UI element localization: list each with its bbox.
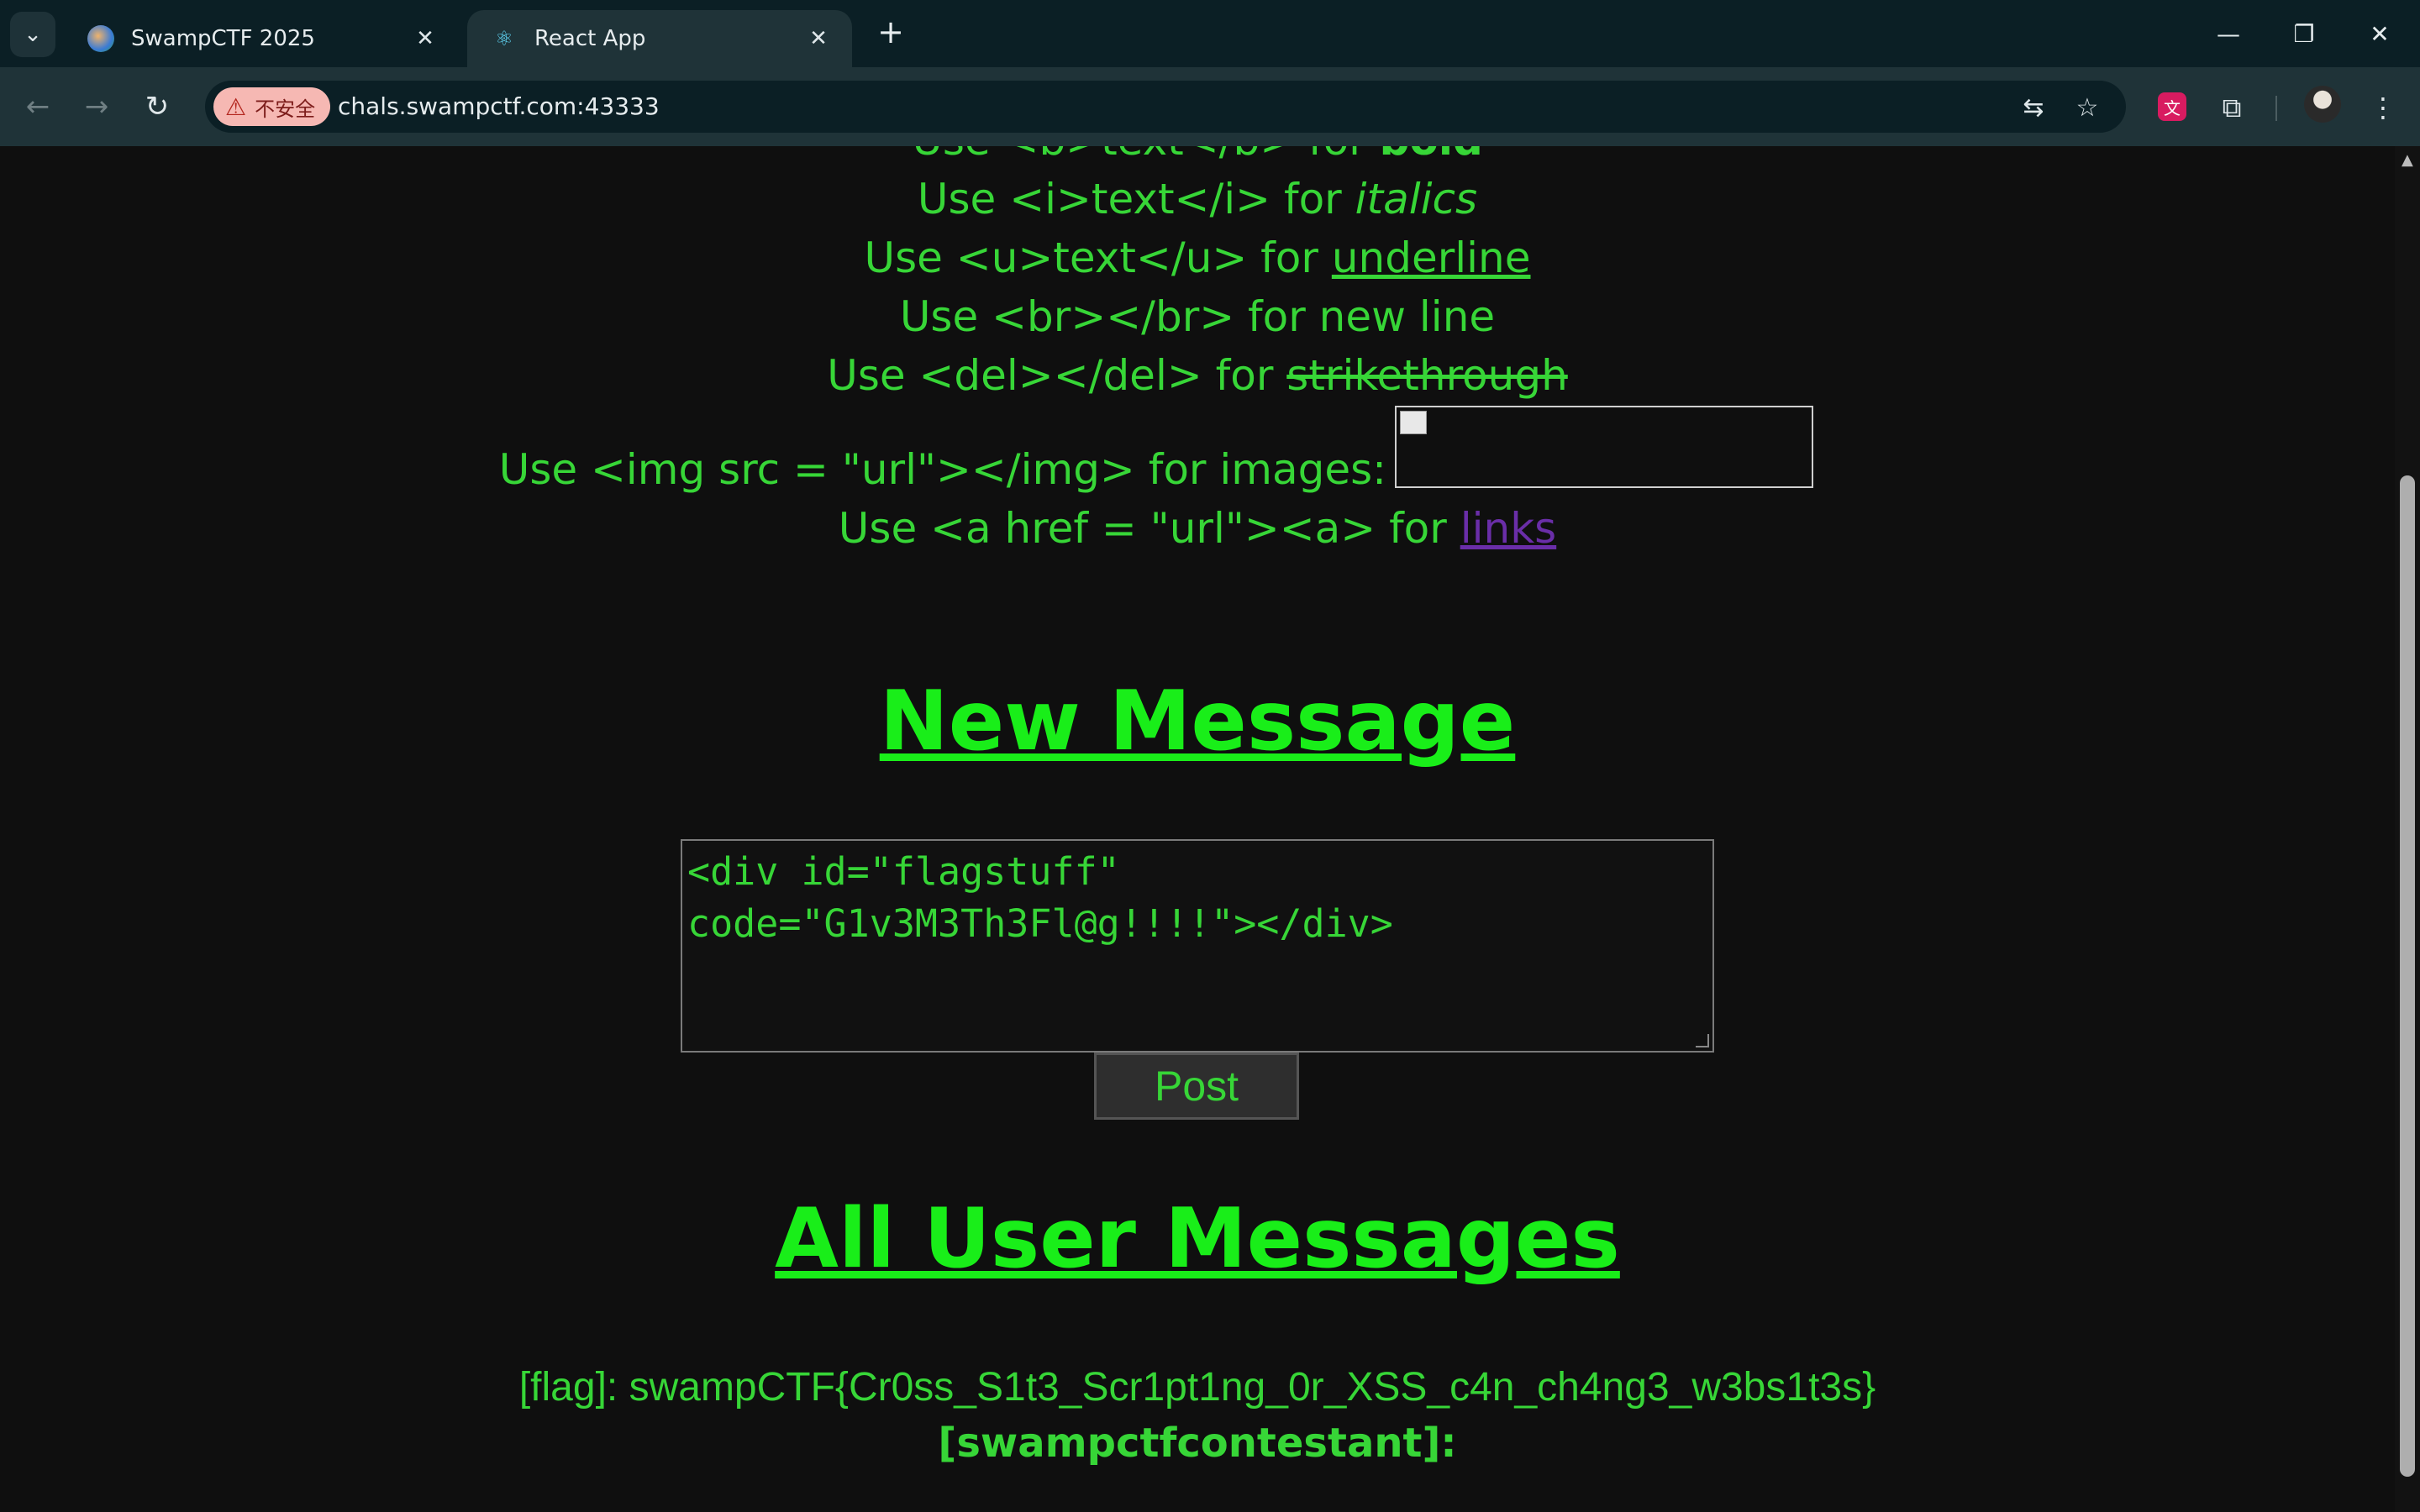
plus-icon: + [877,13,904,50]
message-textarea[interactable]: <div id="flagstuff" code="G1v3M3Th3Fl@g!… [681,839,1714,1053]
help-strike-line: Use <del></del> for strikethrough [0,351,2395,400]
message-item: [swampctfcontestant]: [0,1420,2395,1467]
profile-avatar[interactable] [2304,86,2341,123]
reload-button[interactable]: ↻ [136,86,178,128]
close-icon: ✕ [2370,19,2390,48]
chevron-down-icon: ⌄ [24,22,42,47]
swampctf-favicon-icon [87,25,114,52]
help-underline-line: Use <u>text</u> for underline [0,234,2395,282]
bookmark-star-icon[interactable]: ☆ [2070,91,2104,124]
help-br-line: Use <br></br> for new line [899,292,1496,341]
restore-button[interactable]: ❐ [2279,12,2329,55]
extensions-puzzle-icon[interactable]: ⧉ [2212,87,2252,128]
page-viewport: Use <b>text</b> for bold Use <i>text</i>… [0,146,2395,1512]
broken-image-icon [1400,411,1427,434]
browser-toolbar: ← → ↻ ⚠ 不安全 chals.swampctf.com:43333 ⇆ ☆… [0,67,2420,146]
tab-title: SwampCTF 2025 [131,26,315,51]
message-textarea-value[interactable]: <div id="flagstuff" code="G1v3M3Th3Fl@g!… [687,846,1393,950]
forward-button[interactable]: → [76,86,118,128]
message-text: swampCTF{Cr0ss_S1t3_Scr1pt1ng_0r_XSS_c4n… [618,1365,1876,1410]
new-tab-button[interactable]: + [874,13,908,50]
arrow-left-icon: ← [25,90,50,123]
close-tab-icon[interactable]: ✕ [805,25,832,52]
close-tab-icon[interactable]: ✕ [412,25,439,52]
help-text: Use <b>text</b> for [912,146,1379,165]
message-item: [flag]: swampCTF{Cr0ss_S1t3_Scr1pt1ng_0r… [0,1364,2395,1410]
react-favicon-icon: ⚛ [495,27,513,50]
all-user-messages-heading: All User Messages [775,1191,1620,1287]
help-text: Use <a href = "url"><a> for [838,504,1460,553]
links-demo-link[interactable]: links [1460,504,1556,553]
broken-image [1395,406,1813,488]
tab-search-button[interactable]: ⌄ [10,12,55,57]
minimize-button[interactable]: — [2203,12,2254,55]
close-window-button[interactable]: ✕ [2354,12,2405,55]
bold-demo: bold [1380,146,1483,165]
post-button[interactable]: Post [1094,1053,1299,1120]
help-img-line: Use <img src = "url"></img> for images: [498,445,1386,494]
italic-demo: italics [1355,175,1478,223]
message-author: [swampctfcontestant]: [938,1420,1457,1467]
warning-icon: ⚠ [225,92,247,121]
page-scrollbar[interactable]: ▲ [2395,146,2420,1512]
scroll-thumb[interactable] [2400,475,2415,1477]
url-text[interactable]: chals.swampctf.com:43333 [338,81,660,133]
help-text: Use <i>text</i> for [917,175,1355,223]
message-author: [flag]: [518,1365,618,1410]
help-text: Use <u>text</u> for [864,234,1332,282]
tab-swampctf[interactable]: SwampCTF 2025 ✕ [64,10,459,67]
help-italic-line: Use <i>text</i> for italics [0,175,2395,223]
help-text: Use <del></del> for [827,351,1287,400]
scroll-up-arrow-icon[interactable]: ▲ [2402,151,2413,169]
underline-demo: underline [1331,234,1531,282]
toolbar-divider [2275,96,2277,121]
tab-react-app[interactable]: ⚛ React App ✕ [467,10,852,67]
security-indicator[interactable]: ⚠ 不安全 [213,87,331,126]
reload-icon: ↻ [145,90,170,123]
tab-strip: ⌄ SwampCTF 2025 ✕ ⚛ React App ✕ + — ❐ ✕ [0,0,2420,67]
help-bold-line: Use <b>text</b> for bold [0,146,2395,165]
security-label: 不安全 [255,97,316,121]
help-link-line: Use <a href = "url"><a> for links [0,504,2395,553]
resize-handle[interactable] [1696,1034,1709,1047]
strikethrough-demo: strikethrough [1286,351,1568,400]
translate-icon[interactable]: ⇆ [2017,91,2050,124]
tab-title: React App [534,26,646,51]
back-button[interactable]: ← [17,86,59,128]
arrow-right-icon: → [84,90,109,123]
minimize-icon: — [2217,19,2240,48]
new-message-heading: New Message [879,674,1516,769]
address-bar[interactable]: ⚠ 不安全 chals.swampctf.com:43333 ⇆ ☆ [205,81,2126,133]
extension-translate-icon[interactable]: 文 [2158,92,2186,121]
kebab-menu-icon[interactable]: ⋮ [2363,87,2403,128]
restore-icon: ❐ [2293,19,2315,48]
